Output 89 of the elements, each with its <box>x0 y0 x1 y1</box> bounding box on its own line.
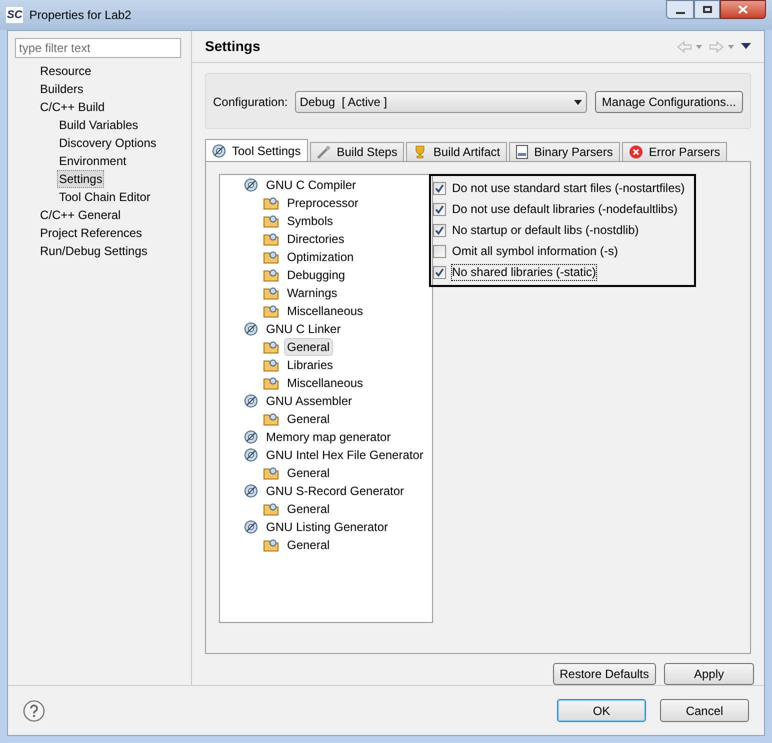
configuration-label: Configuration: <box>213 94 288 112</box>
sidebar-item[interactable]: Builders <box>38 80 86 98</box>
checkmark-icon <box>435 184 444 193</box>
sidebar-item[interactable]: Tool Chain Editor <box>57 188 152 206</box>
checkmark-icon <box>435 226 444 235</box>
tree-item[interactable]: GNU C Linker <box>263 320 344 338</box>
checkbox[interactable] <box>433 266 446 279</box>
checkmark-icon <box>435 205 444 214</box>
tree-item[interactable]: Miscellaneous <box>284 302 366 320</box>
folder-icon <box>263 376 279 390</box>
tree-item[interactable]: General <box>284 338 333 356</box>
tree-item[interactable]: GNU C Compiler <box>263 176 360 194</box>
manage-configurations-button[interactable]: Manage Configurations... <box>594 91 743 114</box>
trophy-icon <box>413 145 428 159</box>
page-title: Settings <box>205 37 260 56</box>
binary-file-icon <box>516 145 528 159</box>
tab[interactable]: Build Steps <box>310 142 404 161</box>
sidebar-item[interactable]: C/C++ General <box>38 206 123 224</box>
folder-icon <box>263 304 279 318</box>
close-icon <box>738 5 748 14</box>
tree-item[interactable]: Symbols <box>284 212 336 230</box>
tree-item[interactable]: General <box>284 410 333 428</box>
window-title: Properties for Lab2 <box>29 7 132 24</box>
tab[interactable]: Error Parsers <box>622 142 728 161</box>
sidebar-item[interactable]: Run/Debug Settings <box>38 242 150 260</box>
checkbox[interactable] <box>433 182 446 195</box>
folder-icon <box>263 232 279 246</box>
configuration-dropdown[interactable]: Debug [ Active ] <box>294 91 587 114</box>
app-logo: SC <box>6 6 24 24</box>
tree-item[interactable]: General <box>284 536 333 554</box>
folder-icon <box>263 538 279 552</box>
tree-item[interactable]: GNU Listing Generator <box>263 518 392 536</box>
option-label: Omit all symbol information (-s) <box>451 243 620 260</box>
tree-item[interactable]: Miscellaneous <box>284 374 366 392</box>
option-label: No startup or default libs (-nostdlib) <box>451 222 640 239</box>
maximize-icon <box>702 6 712 13</box>
folder-icon <box>263 412 279 426</box>
folder-icon <box>263 250 279 264</box>
tree-item[interactable]: GNU Intel Hex File Generator <box>263 446 426 464</box>
error-icon <box>628 145 643 159</box>
folder-icon <box>263 286 279 300</box>
tree-item[interactable]: General <box>284 464 333 482</box>
folder-icon <box>263 214 279 228</box>
tree-item[interactable]: Debugging <box>284 266 348 284</box>
folder-icon <box>263 466 279 480</box>
sidebar-item[interactable]: Build Variables <box>57 116 140 134</box>
dropdown-caret-icon <box>574 100 582 105</box>
tree-item[interactable]: Optimization <box>284 248 357 266</box>
minimize-button[interactable] <box>666 0 694 19</box>
page-button[interactable]: Apply <box>664 663 754 685</box>
tab[interactable]: Tool Settings <box>205 139 308 161</box>
close-button[interactable] <box>720 0 766 19</box>
help-icon[interactable] <box>23 700 45 722</box>
sidebar-item[interactable]: C/C++ Build <box>38 98 107 116</box>
tree-item[interactable]: Preprocessor <box>284 194 362 212</box>
checkbox[interactable] <box>433 224 446 237</box>
tree-item[interactable]: General <box>284 500 333 518</box>
tree-item[interactable]: Memory map generator <box>263 428 394 446</box>
folder-icon <box>263 268 279 282</box>
page-button[interactable]: Restore Defaults <box>552 663 656 685</box>
tab[interactable]: Build Artifact <box>406 142 508 161</box>
checkbox[interactable] <box>433 203 446 216</box>
maximize-button[interactable] <box>694 0 720 19</box>
folder-icon <box>263 502 279 516</box>
dialog-button[interactable]: OK <box>557 699 646 722</box>
sidebar-item[interactable]: Settings <box>57 170 104 188</box>
tree-item[interactable]: GNU S-Record Generator <box>263 482 408 500</box>
wand-icon <box>316 145 331 159</box>
filter-field[interactable]: type filter text <box>15 38 181 58</box>
sidebar-item[interactable]: Resource <box>38 62 94 80</box>
option-label: Do not use default libraries (-nodefaultlibs) <box>451 201 678 218</box>
tree-item[interactable]: Directories <box>284 230 348 248</box>
sidebar-item[interactable]: Environment <box>57 152 128 170</box>
tree-item[interactable]: Libraries <box>284 356 336 374</box>
option-label: No shared libraries (-static) <box>451 264 598 281</box>
tree-item[interactable]: GNU Assembler <box>263 392 356 410</box>
dialog-button[interactable]: Cancel <box>660 699 749 722</box>
minimize-icon <box>676 12 684 14</box>
tree-item[interactable]: Warnings <box>284 284 340 302</box>
folder-icon <box>263 358 279 372</box>
folder-icon <box>263 340 279 354</box>
checkbox[interactable] <box>433 245 446 258</box>
option-label: Do not use standard start files (-nostartfiles) <box>451 180 686 197</box>
sidebar-item[interactable]: Discovery Options <box>57 134 158 152</box>
tab[interactable]: Binary Parsers <box>509 142 620 161</box>
checkmark-icon <box>435 268 444 277</box>
folder-icon <box>263 196 279 210</box>
menu-caret-icon[interactable] <box>741 43 751 50</box>
sidebar-item[interactable]: Project References <box>38 224 144 242</box>
